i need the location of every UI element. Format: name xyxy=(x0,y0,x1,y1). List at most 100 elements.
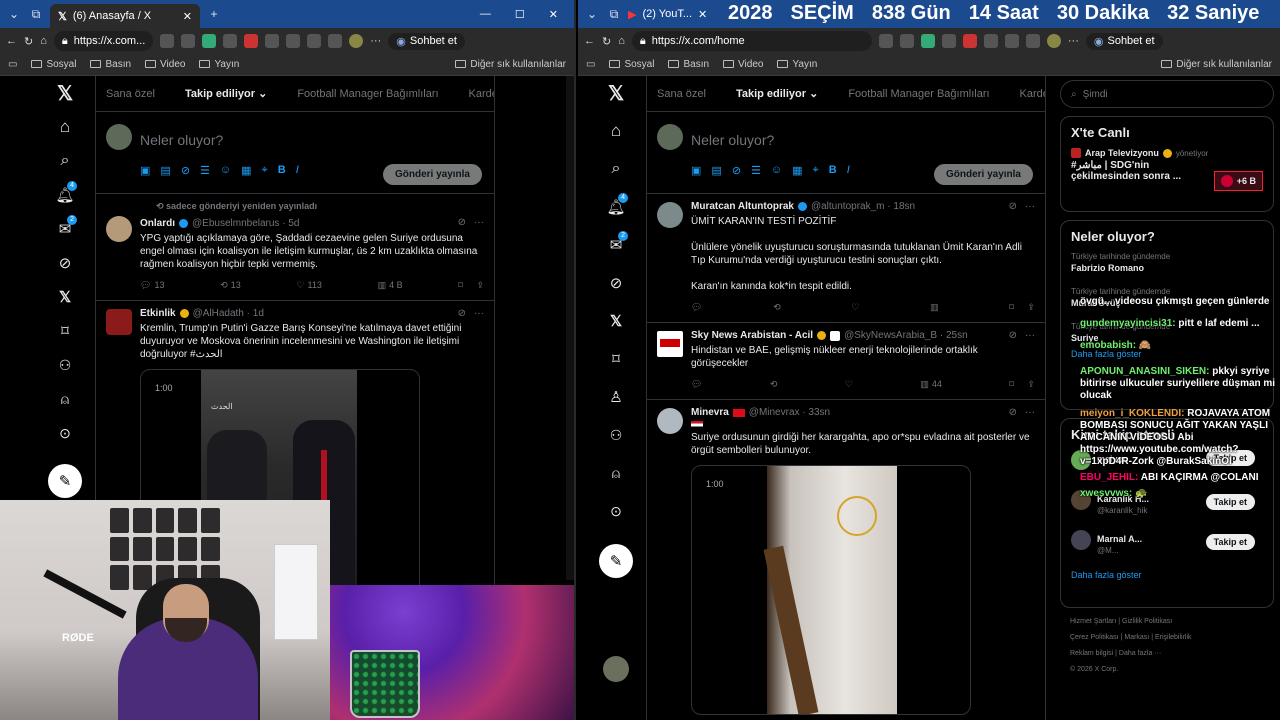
retweet-button[interactable]: ⟲ xyxy=(770,378,778,391)
profile-icon[interactable]: ⍝ xyxy=(45,382,85,416)
back-icon[interactable]: ← xyxy=(584,35,595,47)
tab-actions-icon[interactable]: ⌄ xyxy=(584,6,600,22)
grok-icon[interactable]: ⊘ xyxy=(596,266,636,300)
notifications-icon[interactable]: 🔔︎ 4 xyxy=(45,178,85,212)
grok-icon[interactable]: ⊘ xyxy=(1009,329,1017,342)
minimize-icon[interactable]: — xyxy=(480,8,491,21)
bold-icon[interactable]: B xyxy=(829,164,837,177)
poll-icon[interactable]: ☰ xyxy=(200,164,210,177)
share-icon[interactable]: ⇪ xyxy=(476,279,484,292)
extension-icon[interactable] xyxy=(244,34,259,48)
extension-icon[interactable] xyxy=(1004,34,1019,48)
grok-icon[interactable]: ⊘ xyxy=(1009,406,1017,419)
bookmarks-icon[interactable]: ⌑ xyxy=(596,342,636,376)
extension-icon[interactable] xyxy=(307,34,322,48)
profile-avatar[interactable] xyxy=(349,34,364,48)
listener-count[interactable]: +6 B xyxy=(1213,171,1263,191)
show-more-link[interactable]: Daha fazla göster xyxy=(1071,570,1263,580)
gif-icon[interactable]: ▤ xyxy=(711,164,721,177)
bookmarks-icon[interactable]: ⌑ xyxy=(45,314,85,348)
grok-icon[interactable]: ⊘ xyxy=(181,164,190,177)
bookmark-app-icon[interactable]: ▭ xyxy=(8,59,17,70)
more-icon[interactable]: ⊙ xyxy=(596,494,636,528)
more-icon[interactable]: ··· xyxy=(1025,329,1035,342)
tab-list-fm[interactable]: Football Manager Bağımlıları xyxy=(848,88,989,100)
other-bookmarks[interactable]: Diğer sık kullanılanlar xyxy=(1161,59,1272,70)
author-handle[interactable]: @altuntoprak_m · 18sn xyxy=(811,200,915,213)
messages-icon[interactable]: ✉ 2 xyxy=(596,228,636,262)
extension-icon[interactable] xyxy=(202,34,217,48)
emoji-icon[interactable]: ☺ xyxy=(771,164,782,177)
tweet[interactable]: ⊘ ··· Sky News Arabistan - Acil @SkyNewsA… xyxy=(647,323,1045,400)
compose-input[interactable]: Neler oluyor? xyxy=(691,132,774,148)
location-icon[interactable]: ⌖ xyxy=(262,164,268,177)
back-icon[interactable]: ← xyxy=(6,35,17,47)
profile-icon[interactable]: ⍝ xyxy=(596,456,636,490)
tab-for-you[interactable]: Sana özel xyxy=(657,88,706,100)
communities-icon[interactable]: ⚇ xyxy=(45,348,85,382)
schedule-icon[interactable]: ▦ xyxy=(792,164,802,177)
publish-button[interactable]: Gönderi yayınla xyxy=(933,164,1033,185)
like-button[interactable]: ♡ 113 xyxy=(296,279,321,292)
extension-icon[interactable] xyxy=(920,34,935,48)
extension-icon[interactable] xyxy=(286,34,301,48)
author-name[interactable]: Onlardı xyxy=(140,217,175,230)
premium-icon[interactable]: 𝕏 xyxy=(596,304,636,338)
bookmark-icon[interactable]: ⌑ xyxy=(1009,301,1014,314)
extension-icon[interactable] xyxy=(328,34,343,48)
retweet-button[interactable]: ⟲ 13 xyxy=(220,279,241,292)
extension-icon[interactable] xyxy=(962,34,977,48)
extension-icon[interactable] xyxy=(160,34,175,48)
x-logo-icon[interactable]: 𝕏 xyxy=(45,76,85,110)
tab-list-kardesler[interactable]: Kardeşler Kıraa xyxy=(469,88,494,100)
communities-icon[interactable]: ⚇ xyxy=(596,418,636,452)
extension-icon[interactable] xyxy=(223,34,238,48)
more-icon[interactable]: ··· xyxy=(474,216,484,229)
grok-icon[interactable]: ⊘ xyxy=(1009,200,1017,213)
compose-input[interactable]: Neler oluyor? xyxy=(140,132,223,148)
bold-icon[interactable]: B xyxy=(278,164,286,177)
image-icon[interactable]: ▣ xyxy=(140,164,150,177)
author-name[interactable]: Etkinlik xyxy=(140,307,176,320)
messages-icon[interactable]: ✉ 2 xyxy=(45,212,85,246)
tweet[interactable]: ⊘ ··· Minevra @Minevrax · 33sn Suriye ord… xyxy=(647,400,1045,720)
author-handle[interactable]: @SkyNewsArabia_B · 25sn xyxy=(844,329,968,342)
avatar[interactable] xyxy=(657,202,683,228)
image-icon[interactable]: ▣ xyxy=(691,164,701,177)
bookmark-folder[interactable]: Yayın xyxy=(777,59,817,70)
account-avatar[interactable] xyxy=(603,656,629,682)
scrollbar[interactable] xyxy=(566,76,574,580)
refresh-icon[interactable]: ↻ xyxy=(24,35,33,48)
author-handle[interactable]: @AlHadath · 1d xyxy=(193,307,264,320)
bookmark-folder[interactable]: Basın xyxy=(90,59,131,70)
bookmark-folder[interactable]: Video xyxy=(145,59,185,70)
tab-list-fm[interactable]: Football Manager Bağımlıları xyxy=(297,88,438,100)
like-button[interactable]: ♡ xyxy=(851,301,859,314)
bookmark-folder[interactable]: Video xyxy=(723,59,763,70)
like-button[interactable]: ♡ xyxy=(845,378,853,391)
more-icon[interactable]: ··· xyxy=(1025,200,1035,213)
follow-button[interactable]: Takip et xyxy=(1205,534,1255,550)
location-icon[interactable]: ⌖ xyxy=(813,164,819,177)
share-icon[interactable]: ⇪ xyxy=(1027,301,1035,314)
avatar[interactable] xyxy=(106,309,132,335)
maximize-icon[interactable]: ☐ xyxy=(515,8,525,21)
bookmark-folder[interactable]: Sosyal xyxy=(609,59,654,70)
follow-suggestion[interactable]: Marnal A... @M... Takip et xyxy=(1071,530,1263,570)
more-icon[interactable]: ··· xyxy=(370,35,381,47)
refresh-icon[interactable]: ↻ xyxy=(602,35,611,48)
tab-actions-icon[interactable]: ⌄ xyxy=(6,6,22,22)
author-handle[interactable]: @Ebuselmnbelarus · 5d xyxy=(192,217,299,230)
premium-icon[interactable]: 𝕏 xyxy=(45,280,85,314)
emoji-icon[interactable]: ☺ xyxy=(220,164,231,177)
tab-list-kardesler[interactable]: Kardeşler Kıraa xyxy=(1020,88,1045,100)
close-icon[interactable]: ✕ xyxy=(698,8,707,21)
url-field[interactable]: 🔒︎ https://x.com... xyxy=(53,31,154,51)
trend-item[interactable]: Türkiye tarihinde gündemde Fabrizio Roma… xyxy=(1071,252,1263,273)
more-icon[interactable]: ··· xyxy=(1068,35,1079,47)
grok-icon[interactable]: ⊘ xyxy=(458,216,466,229)
post-button[interactable]: ✎ xyxy=(599,544,633,578)
grok-icon[interactable]: ⊘ xyxy=(45,246,85,280)
workspaces-icon[interactable]: ⧉ xyxy=(606,6,622,22)
other-bookmarks[interactable]: Diğer sık kullanılanlar xyxy=(455,59,566,70)
